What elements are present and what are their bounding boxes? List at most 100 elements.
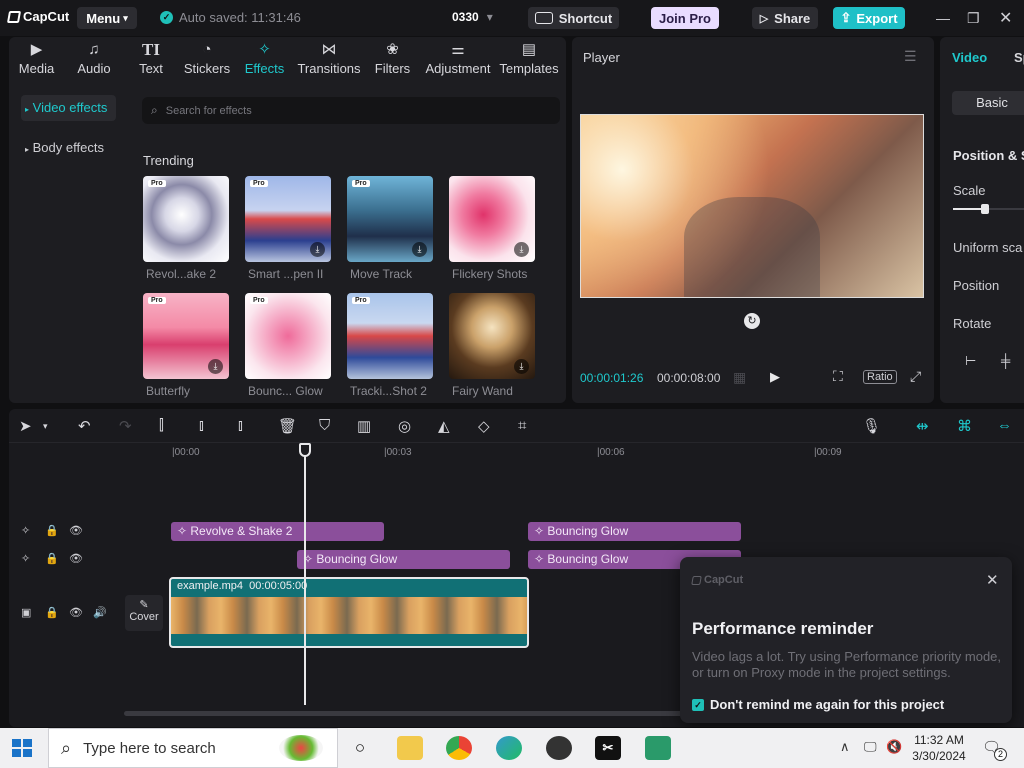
eye-icon[interactable]: 👁 [69,552,83,565]
effect-thumbnail-bouncing-glow[interactable]: Pro [245,293,331,379]
volume-icon[interactable]: 🔊 [93,606,107,619]
shortcut-button[interactable]: Shortcut [528,7,619,29]
effect-thumbnail-flickery-shots[interactable]: ⤓ [449,176,535,262]
edge-icon[interactable] [496,736,522,760]
align-left-icon[interactable]: ⊢ [965,353,976,369]
effect-thumbnail-move-track[interactable]: Pro ⤓ [347,176,433,262]
download-icon[interactable]: ⤓ [514,359,529,374]
hamburger-icon[interactable]: ☰ [904,48,917,65]
select-cursor-icon[interactable]: ➤ [19,417,32,435]
join-pro-button[interactable]: Join Pro [651,7,719,29]
download-icon[interactable]: ⤓ [208,359,223,374]
video-preview[interactable] [580,114,924,298]
effect-thumbnail-smart-open[interactable]: Pro ⤓ [245,176,331,262]
preview-axis-icon[interactable]: ⇔ [997,417,1012,434]
basic-tab[interactable]: Basic [952,91,1024,115]
microphone-icon[interactable]: 🎙 [862,417,881,435]
tab-audio[interactable]: ♫ Audio [64,37,124,81]
fullscreen-icon[interactable]: ⤢ [910,368,921,385]
restore-icon[interactable]: ❐ [967,10,980,27]
scale-slider[interactable] [953,204,1024,214]
freeze-icon[interactable]: ▥ [357,417,371,435]
lock-icon[interactable]: 🔒 [45,524,59,537]
tab-templates[interactable]: ▤ Templates [496,37,562,81]
close-icon[interactable]: ✕ [986,571,999,589]
playhead-handle[interactable] [299,443,311,457]
volume-muted-icon[interactable]: 🔇 [886,739,902,755]
tab-adjustment[interactable]: ⚌ Adjustment [420,37,496,81]
minimize-icon[interactable]: — [936,10,950,26]
effect-clip[interactable]: ✧ Bouncing Glow [297,550,510,569]
align-center-icon[interactable]: ╪ [1001,353,1010,368]
project-name-dropdown[interactable]: 0330 ▾ [452,10,493,24]
task-view-icon[interactable]: ○ [347,736,373,760]
effect-thumbnail-revolve-shake[interactable]: Pro [143,176,229,262]
delete-left-icon[interactable]: ⫾ [199,417,204,434]
ratio-button[interactable]: Ratio [863,370,897,384]
video-clip[interactable]: example.mp4 00:00:05:00 [169,577,529,648]
delete-right-icon[interactable]: ⫾ [238,417,243,434]
download-icon[interactable]: ⤓ [514,242,529,257]
download-icon[interactable]: ⤓ [412,242,427,257]
tab-filters[interactable]: ❀ Filters [365,37,420,81]
tab-effects[interactable]: ✧ Effects [236,37,293,81]
tab-speed[interactable]: Sp [1014,50,1024,65]
timeline-scrollbar[interactable] [124,711,684,716]
tab-media[interactable]: ▶ Media [9,37,64,81]
tab-transitions[interactable]: ⋈ Transitions [293,37,365,81]
obs-icon[interactable] [546,736,572,760]
close-icon[interactable]: ✕ [999,8,1012,28]
effects-search-input[interactable]: ⌕ Search for effects [142,97,560,124]
undo-icon[interactable]: ↶ [78,417,91,435]
tab-text[interactable]: TI Text [124,37,178,81]
sidebar-item-body-effects[interactable]: ▸ Body effects [21,135,116,161]
clock[interactable]: 11:32 AM 3/30/2024 [908,732,970,764]
effect-clip[interactable]: ✧ Revolve & Shake 2 [171,522,384,541]
trash-icon[interactable]: 🗑 [278,417,297,435]
chevron-up-icon[interactable]: ∧ [840,739,850,755]
mirror-icon[interactable]: ◭ [438,417,450,435]
effect-clip[interactable]: ✧ Bouncing Glow [528,522,741,541]
chevron-down-icon[interactable]: ▾ [43,421,48,432]
capcut-taskbar-icon[interactable]: ✂ [595,736,621,760]
redo-icon[interactable]: ↷ [119,417,132,435]
cover-button[interactable]: ✎ Cover [125,595,163,631]
lock-icon[interactable]: 🔒 [45,552,59,565]
effect-thumbnail-butterfly[interactable]: Pro ⤓ [143,293,229,379]
effect-label: Revol...ake 2 [146,267,217,281]
screenshot-icon[interactable]: ⛶ [833,368,843,385]
lock-icon[interactable]: 🔒 [45,606,59,619]
windows-start-icon[interactable] [12,739,32,757]
dont-remind-checkbox[interactable]: ✓ Don't remind me again for this project [692,697,944,712]
rotate-icon[interactable]: ↻ [744,313,760,329]
effect-thumbnail-tracking-shot[interactable]: Pro [347,293,433,379]
marker-icon[interactable]: ⛉ [319,417,330,434]
download-icon[interactable]: ⤓ [310,242,325,257]
play-icon[interactable]: ▶ [770,369,780,385]
eye-icon[interactable]: 👁 [69,524,83,537]
file-explorer-icon[interactable] [397,736,423,760]
share-button[interactable]: ▷ Share [752,7,818,29]
reverse-icon[interactable]: ◎ [398,417,411,435]
grid-icon[interactable]: ▦ [733,369,746,386]
split-icon[interactable]: ⫿ [159,417,164,434]
export-button[interactable]: ⇪ Export [833,7,905,29]
chrome-icon[interactable] [446,736,472,760]
taskbar-search-input[interactable]: ⌕ Type here to search [48,728,338,768]
app-icon[interactable] [645,736,671,760]
tab-stickers[interactable]: ◔ Stickers [178,37,236,81]
playhead[interactable] [299,443,311,705]
eye-icon[interactable]: 👁 [69,606,83,619]
rotate-clip-icon[interactable]: ◇ [478,417,490,435]
effect-label: Butterfly [146,384,191,398]
menu-button[interactable]: Menu ▾ [77,7,137,29]
tab-video[interactable]: Video [952,50,987,65]
scale-slider-handle[interactable] [981,204,989,214]
effect-thumbnail-fairy-wand[interactable]: ⤓ [449,293,535,379]
effects-panel: ▶ Media ♫ Audio TI Text ◔ Stickers ✧ Eff… [9,37,566,403]
crop-icon[interactable]: ⌗ [518,417,526,434]
auto-snap-icon[interactable]: ⇹ [916,417,929,435]
network-icon[interactable]: 🖵 [864,739,877,755]
link-icon[interactable]: ⌘ [957,417,972,435]
sidebar-item-video-effects[interactable]: ▸ Video effects [21,95,116,121]
